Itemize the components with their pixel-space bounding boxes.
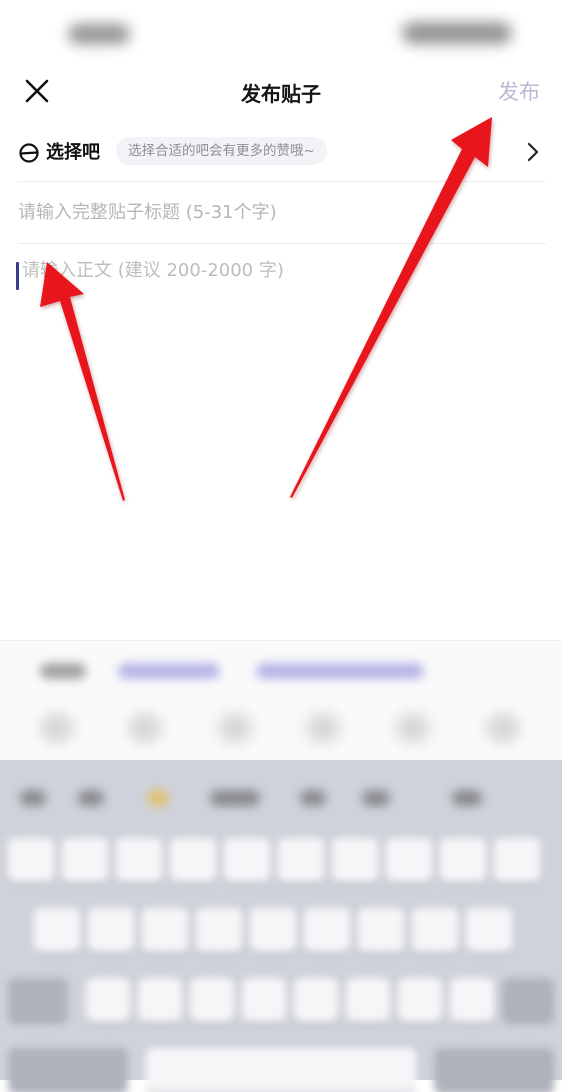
forum-circle-icon bbox=[19, 143, 39, 163]
keyboard-key[interactable] bbox=[34, 908, 80, 952]
keyboard-key[interactable] bbox=[440, 838, 486, 882]
title-input[interactable] bbox=[18, 192, 538, 232]
forum-select-row[interactable]: 选择吧 选择合适的吧会有更多的赞哦~ bbox=[0, 124, 562, 180]
status-icons-blurred bbox=[402, 22, 512, 44]
keyboard-key[interactable] bbox=[8, 838, 54, 882]
keyboard-key[interactable] bbox=[250, 908, 296, 952]
kb-toolbar-item[interactable] bbox=[210, 790, 260, 806]
suggestion-item[interactable] bbox=[256, 663, 424, 679]
keyboard-key[interactable] bbox=[62, 838, 108, 882]
keyboard-tool-icon[interactable] bbox=[128, 713, 162, 743]
space-key[interactable] bbox=[146, 1048, 416, 1092]
keyboard bbox=[0, 760, 562, 1092]
text-caret bbox=[16, 262, 19, 290]
keyboard-key[interactable] bbox=[142, 908, 188, 952]
forum-label: 选择吧 bbox=[46, 142, 100, 163]
keyboard-key[interactable] bbox=[190, 978, 234, 1022]
keyboard-suggestion-bar bbox=[0, 640, 562, 761]
keyboard-key[interactable] bbox=[398, 978, 442, 1022]
kb-toolbar-item[interactable] bbox=[148, 790, 168, 806]
kb-toolbar-item[interactable] bbox=[78, 790, 104, 806]
suggestion-item[interactable] bbox=[118, 663, 220, 679]
kb-toolbar-item[interactable] bbox=[362, 790, 390, 806]
publish-button[interactable]: 发布 bbox=[498, 76, 540, 106]
keyboard-key[interactable] bbox=[304, 908, 350, 952]
chevron-right-icon[interactable] bbox=[522, 141, 544, 163]
keyboard-key[interactable] bbox=[242, 978, 286, 1022]
keyboard-key[interactable] bbox=[332, 838, 378, 882]
keyboard-tool-icon[interactable] bbox=[40, 713, 74, 743]
forum-hint-badge: 选择合适的吧会有更多的赞哦~ bbox=[116, 137, 327, 165]
body-input[interactable] bbox=[22, 256, 542, 616]
suggestion-item[interactable] bbox=[40, 663, 86, 679]
shift-key[interactable] bbox=[8, 978, 68, 1022]
status-time-blurred bbox=[68, 24, 130, 44]
status-bar bbox=[0, 0, 562, 64]
keyboard-key[interactable] bbox=[412, 908, 458, 952]
backspace-key[interactable] bbox=[502, 978, 554, 1022]
keyboard-key[interactable] bbox=[224, 838, 270, 882]
kb-toolbar-item[interactable] bbox=[300, 790, 326, 806]
nav-bar: 发布贴子 发布 bbox=[0, 64, 562, 118]
keyboard-key[interactable] bbox=[138, 978, 182, 1022]
keyboard-key[interactable] bbox=[116, 838, 162, 882]
keyboard-tool-icon[interactable] bbox=[396, 713, 430, 743]
keyboard-key[interactable] bbox=[170, 838, 216, 882]
keyboard-tool-icon[interactable] bbox=[306, 713, 340, 743]
keyboard-key[interactable] bbox=[494, 838, 540, 882]
keyboard-key[interactable] bbox=[278, 838, 324, 882]
kb-toolbar-item[interactable] bbox=[20, 790, 46, 806]
keyboard-key[interactable] bbox=[88, 908, 134, 952]
keyboard-key[interactable] bbox=[466, 908, 512, 952]
divider bbox=[18, 181, 546, 182]
keyboard-key[interactable] bbox=[294, 978, 338, 1022]
page-title: 发布贴子 bbox=[241, 82, 321, 106]
keyboard-key[interactable] bbox=[196, 908, 242, 952]
keyboard-key[interactable] bbox=[346, 978, 390, 1022]
keyboard-key[interactable] bbox=[386, 838, 432, 882]
keyboard-key[interactable] bbox=[358, 908, 404, 952]
keyboard-key[interactable] bbox=[86, 978, 130, 1022]
mode-key[interactable] bbox=[8, 1048, 128, 1092]
keyboard-tool-icon[interactable] bbox=[218, 713, 252, 743]
return-key[interactable] bbox=[434, 1048, 554, 1092]
keyboard-tool-icon[interactable] bbox=[486, 713, 520, 743]
kb-toolbar-item[interactable] bbox=[452, 790, 482, 806]
keyboard-key[interactable] bbox=[450, 978, 494, 1022]
divider bbox=[18, 243, 546, 244]
